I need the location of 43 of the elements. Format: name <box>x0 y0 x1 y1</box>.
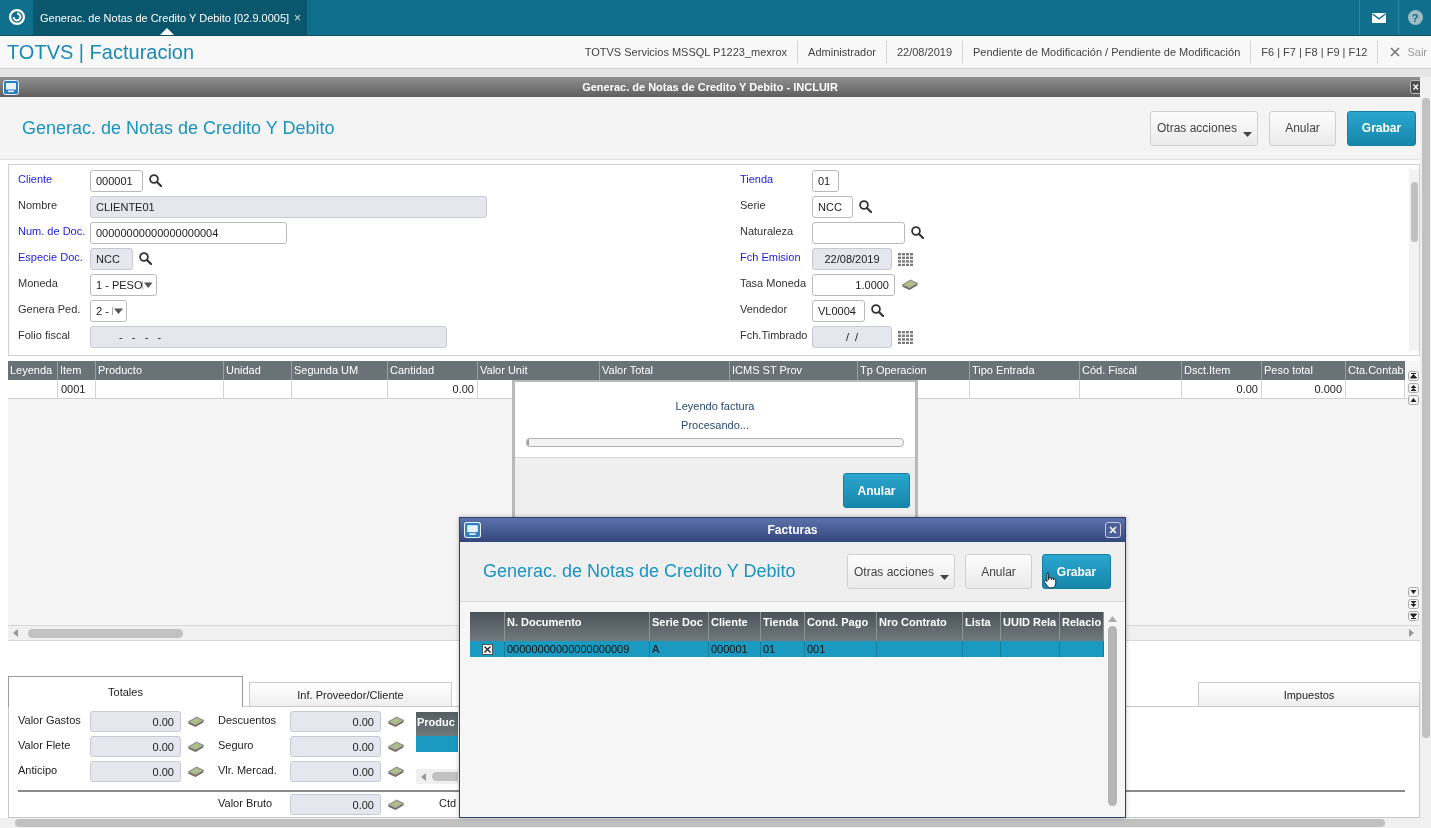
field-label: Fch Emision <box>740 250 802 263</box>
table-cell: 0.000 <box>1262 380 1346 398</box>
field-label: Naturaleza <box>740 224 795 237</box>
window-title: Generac. de Notas de Credito Y Debito - INCLUIR <box>582 81 838 93</box>
table-cell: 001 <box>805 641 877 657</box>
field-label: Folio fiscal <box>18 328 71 341</box>
field-label: Vlr. Mercad. <box>218 763 278 776</box>
field-label: Descuentos <box>218 713 278 726</box>
table-cell: 000001 <box>709 641 761 657</box>
table-cell: 0.00 <box>1182 380 1262 398</box>
field-label: Genera Ped. <box>18 302 82 315</box>
field-label: Valor Bruto <box>218 796 274 809</box>
field-label: Tasa Moneda <box>740 276 808 289</box>
table-cell: 0001 <box>58 380 96 398</box>
header-info: 22/08/2019 <box>885 41 962 63</box>
field-label: Valor Gastos <box>18 713 82 726</box>
header-info: F6 | F7 | F8 | F9 | F12 <box>1250 41 1378 63</box>
field-label: Cliente <box>18 172 54 185</box>
field-label: Seguro <box>218 738 255 751</box>
header-info: Pendiente de Modificación / Pendiente de Modificación <box>962 41 1251 63</box>
table-cell: A <box>650 641 709 657</box>
field-label: Vendedor <box>740 302 789 315</box>
field-label: Serie <box>740 198 767 211</box>
field-label: Anticipo <box>18 763 59 776</box>
table-cell: 01 <box>761 641 805 657</box>
field-label: Fch.Timbrado <box>740 328 809 341</box>
field-label: Moneda <box>18 276 59 289</box>
table-cell: 00000000000000000009 <box>505 641 650 657</box>
progress-status: Procesando... <box>681 418 749 432</box>
field-label: Tienda <box>740 172 775 185</box>
field-label: Valor Flete <box>18 738 72 751</box>
field-label: Especie Doc. <box>18 250 84 263</box>
app-title: TOTVS | Facturacion <box>7 40 195 64</box>
header-info: Administrador <box>797 41 886 63</box>
page-title: Generac. de Notas de Credito Y Debito <box>22 117 335 139</box>
dialog-title: Facturas <box>767 523 818 537</box>
field-label: Ctd <box>439 796 457 809</box>
field-label: Nombre <box>18 198 59 211</box>
header-info: TOTVS Servicios MSSQL P1223_mexrox <box>583 45 789 60</box>
dialog-heading: Generac. de Notas de Credito Y Debito <box>483 561 796 582</box>
table-cell: 0.00 <box>388 380 478 398</box>
field-label: Num. de Doc. <box>18 224 87 237</box>
progress-message: Leyendo factura <box>675 399 755 413</box>
